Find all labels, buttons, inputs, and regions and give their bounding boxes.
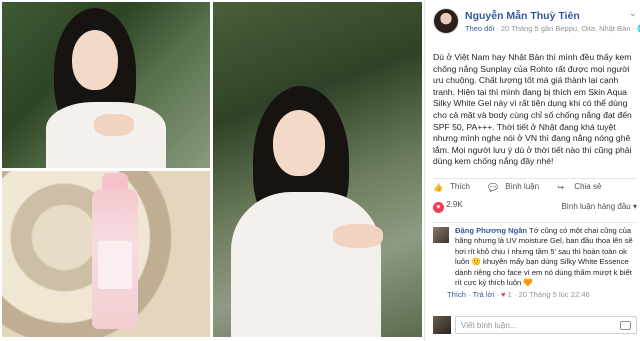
comment-item: Đặng Phương Ngân Tớ cũng có một chai cũn…: [433, 222, 637, 314]
hand-shape: [94, 114, 134, 136]
camera-icon[interactable]: [620, 321, 631, 330]
comment-actions: Thích · Trả lời · ♥ 1 · 20 Tháng 5 lúc 2…: [447, 290, 590, 299]
commenter-avatar[interactable]: [433, 227, 449, 243]
comment-body: Đặng Phương Ngân Tớ cũng có một chai cũn…: [455, 226, 637, 288]
photo-girl-portrait[interactable]: [213, 2, 422, 337]
post-actions: 👍 Thích 💬 Bình luận ↪ Chia sẻ: [433, 178, 637, 194]
follow-link[interactable]: Theo dõi: [465, 24, 494, 33]
comment-like-link[interactable]: Thích: [447, 290, 466, 299]
commenter-name[interactable]: Đặng Phương Ngân: [455, 226, 527, 235]
sort-label: Bình luận hàng đầu: [561, 202, 631, 211]
post-meta: Theo dõi · 20 Tháng 5 gần Beppu, Oita, N…: [465, 24, 640, 33]
share-label: Chia sẻ: [574, 182, 602, 191]
facebook-post: Nguyễn Mẫn Thuỳ Tiên Theo dõi · 20 Tháng…: [424, 0, 640, 341]
face-shape: [273, 110, 325, 176]
photo-sunscreen-bottle[interactable]: [2, 171, 210, 337]
comment-reply-link[interactable]: Trả lời: [473, 290, 495, 299]
comment-input[interactable]: Viết bình luận...: [455, 316, 637, 334]
post-meta-detail: · 20 Tháng 5 gần Beppu, Oita, Nhật Bản ·: [494, 24, 638, 33]
post-caption: Dù ở Việt Nam hay Nhật Bản thì mình đều …: [433, 52, 632, 167]
new-comment: Viết bình luận...: [433, 314, 637, 336]
comment-button[interactable]: 💬 Bình luận: [488, 182, 547, 192]
heart-icon: ♥: [433, 202, 444, 213]
reactions-row: ♥ 2.9K Bình luận hàng đầu ▾: [433, 200, 637, 218]
shirt-shape: [231, 192, 381, 337]
share-button[interactable]: ↪ Chia sẻ: [557, 182, 609, 192]
comment-input-placeholder: Viết bình luận...: [461, 321, 517, 330]
share-icon: ↪: [557, 183, 564, 192]
face-shape: [72, 30, 118, 90]
author-name[interactable]: Nguyễn Mẫn Thuỳ Tiên: [465, 10, 580, 22]
current-user-avatar: [433, 316, 451, 334]
like-icon: 👍: [433, 183, 443, 192]
comment-icon: 💬: [488, 183, 499, 192]
comment-time[interactable]: 20 Tháng 5 lúc 22:46: [519, 290, 590, 299]
author-avatar[interactable]: [433, 8, 459, 34]
comment-heart-count: 1: [507, 290, 512, 299]
bottle-label: [98, 241, 132, 289]
comment-text: Tớ cũng có một chai cũng của hãng nhưng …: [455, 226, 633, 288]
post-header: Nguyễn Mẫn Thuỳ Tiên Theo dõi · 20 Tháng…: [433, 8, 640, 38]
chevron-down-icon[interactable]: ⌄: [629, 8, 637, 19]
like-button[interactable]: 👍 Thích: [433, 182, 478, 192]
photo-collage: [0, 0, 424, 341]
comment-heart-icon: ♥: [500, 290, 506, 299]
like-label: Thích: [450, 182, 471, 191]
reaction-count[interactable]: 2.9K: [446, 200, 462, 209]
hand-shape: [333, 224, 383, 248]
photo-girl-applying-sunscreen[interactable]: [2, 2, 210, 168]
comment-sort-dropdown[interactable]: Bình luận hàng đầu ▾: [561, 202, 637, 211]
comment-label: Bình luận: [505, 182, 540, 191]
